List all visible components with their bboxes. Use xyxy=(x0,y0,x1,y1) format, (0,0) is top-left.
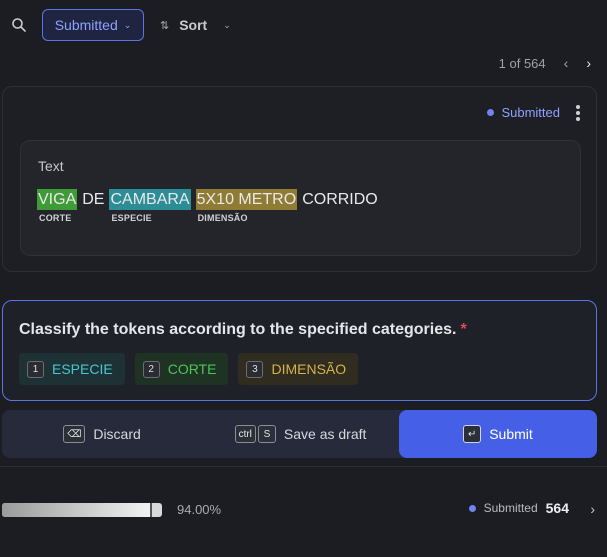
more-options-icon[interactable] xyxy=(574,103,582,123)
token-span[interactable]: CAMBARA ESPECIE xyxy=(109,189,191,223)
token-text: CAMBARA xyxy=(109,189,191,210)
s-key-icon: S xyxy=(257,425,276,443)
record-status-badge: Submitted xyxy=(487,105,560,120)
progress-percentage: 94.00% xyxy=(177,502,222,517)
token-span[interactable]: VIGA CORTE xyxy=(37,189,78,223)
previous-page-icon[interactable]: ‹ xyxy=(564,55,569,71)
progress-bar xyxy=(2,503,162,517)
status-dot-icon xyxy=(468,504,476,512)
backspace-key-icon: ⌫ xyxy=(63,425,86,443)
submit-label: Submit xyxy=(489,426,533,442)
submitted-count-summary[interactable]: Submitted 564 xyxy=(468,500,569,516)
top-toolbar: Submitted ⌄ ⇅ Sort ⌄ xyxy=(0,0,607,50)
action-bar: ⌫ Discard ctrl S Save as draft ↵ Submit xyxy=(2,410,597,458)
label-dimensao-button[interactable]: 3 DIMENSÃO xyxy=(238,353,359,385)
next-page-icon[interactable]: › xyxy=(586,55,591,71)
sort-label: Sort xyxy=(179,17,208,33)
status-dot-icon xyxy=(487,109,495,116)
hotkey-badge: 2 xyxy=(142,360,160,378)
token-text: 5X10 METRO xyxy=(195,189,298,210)
divider xyxy=(0,466,607,467)
hotkey-badge: 3 xyxy=(246,360,264,378)
search-icon[interactable] xyxy=(11,17,27,33)
sort-dropdown[interactable]: ⇅ Sort ⌄ xyxy=(160,9,231,41)
task-instruction: Classify the tokens according to the spe… xyxy=(19,321,457,338)
token-entity-tag: DIMENSÃO xyxy=(197,213,248,223)
record-card: Submitted Text VIGA CORTE DE CAMBARA ESP… xyxy=(2,86,597,272)
label-options: 1 ESPECIE 2 CORTE 3 DIMENSÃO xyxy=(19,353,359,385)
label-corte-button[interactable]: 2 CORTE xyxy=(134,353,229,385)
save-draft-label: Save as draft xyxy=(283,426,367,442)
classification-task-card: Classify the tokens according to the spe… xyxy=(2,300,597,401)
task-title: Classify the tokens according to the spe… xyxy=(19,321,467,339)
label-name: CORTE xyxy=(167,361,217,377)
ctrl-key-icon: ctrl xyxy=(234,425,256,443)
label-name: ESPECIE xyxy=(52,361,113,377)
token-text: VIGA xyxy=(37,189,78,210)
text-field-label: Text xyxy=(38,158,64,174)
enter-key-icon: ↵ xyxy=(463,425,482,443)
token-sequence: VIGA CORTE DE CAMBARA ESPECIE 5X10 METRO… xyxy=(37,189,383,223)
submitted-count: 564 xyxy=(545,500,569,516)
discard-button[interactable]: ⌫ Discard xyxy=(2,410,202,458)
label-especie-button[interactable]: 1 ESPECIE xyxy=(19,353,125,385)
pagination: 1 of 564 ‹ › xyxy=(499,52,591,74)
submit-button[interactable]: ↵ Submit xyxy=(399,410,597,458)
token-entity-tag: ESPECIE xyxy=(111,213,152,223)
save-draft-button[interactable]: ctrl S Save as draft xyxy=(202,410,399,458)
discard-label: Discard xyxy=(93,426,141,442)
token-text: CORRIDO xyxy=(302,191,378,208)
token-span[interactable]: 5X10 METRO DIMENSÃO xyxy=(195,189,298,223)
status-filter-label: Submitted xyxy=(54,17,118,33)
status-filter-dropdown[interactable]: Submitted ⌄ xyxy=(42,9,144,41)
chevron-down-icon: ⌄ xyxy=(123,19,132,30)
progress-bar-fill xyxy=(2,503,153,517)
token-span[interactable]: CORRIDO xyxy=(302,189,378,210)
required-marker: * xyxy=(460,321,467,338)
page-indicator: 1 of 564 xyxy=(498,55,546,71)
token-entity-tag: CORTE xyxy=(39,213,72,223)
chevron-right-icon[interactable]: › xyxy=(590,501,595,517)
text-panel: Text VIGA CORTE DE CAMBARA ESPECIE 5X10 … xyxy=(20,140,581,256)
chevron-down-icon: ⌄ xyxy=(223,19,231,30)
label-name: DIMENSÃO xyxy=(271,361,347,377)
sort-icon: ⇅ xyxy=(160,19,170,32)
token-text: DE xyxy=(82,191,105,208)
submitted-label: Submitted xyxy=(483,501,538,515)
record-status-label: Submitted xyxy=(501,105,560,120)
token-span[interactable]: DE xyxy=(82,189,104,210)
hotkey-badge: 1 xyxy=(27,360,44,378)
